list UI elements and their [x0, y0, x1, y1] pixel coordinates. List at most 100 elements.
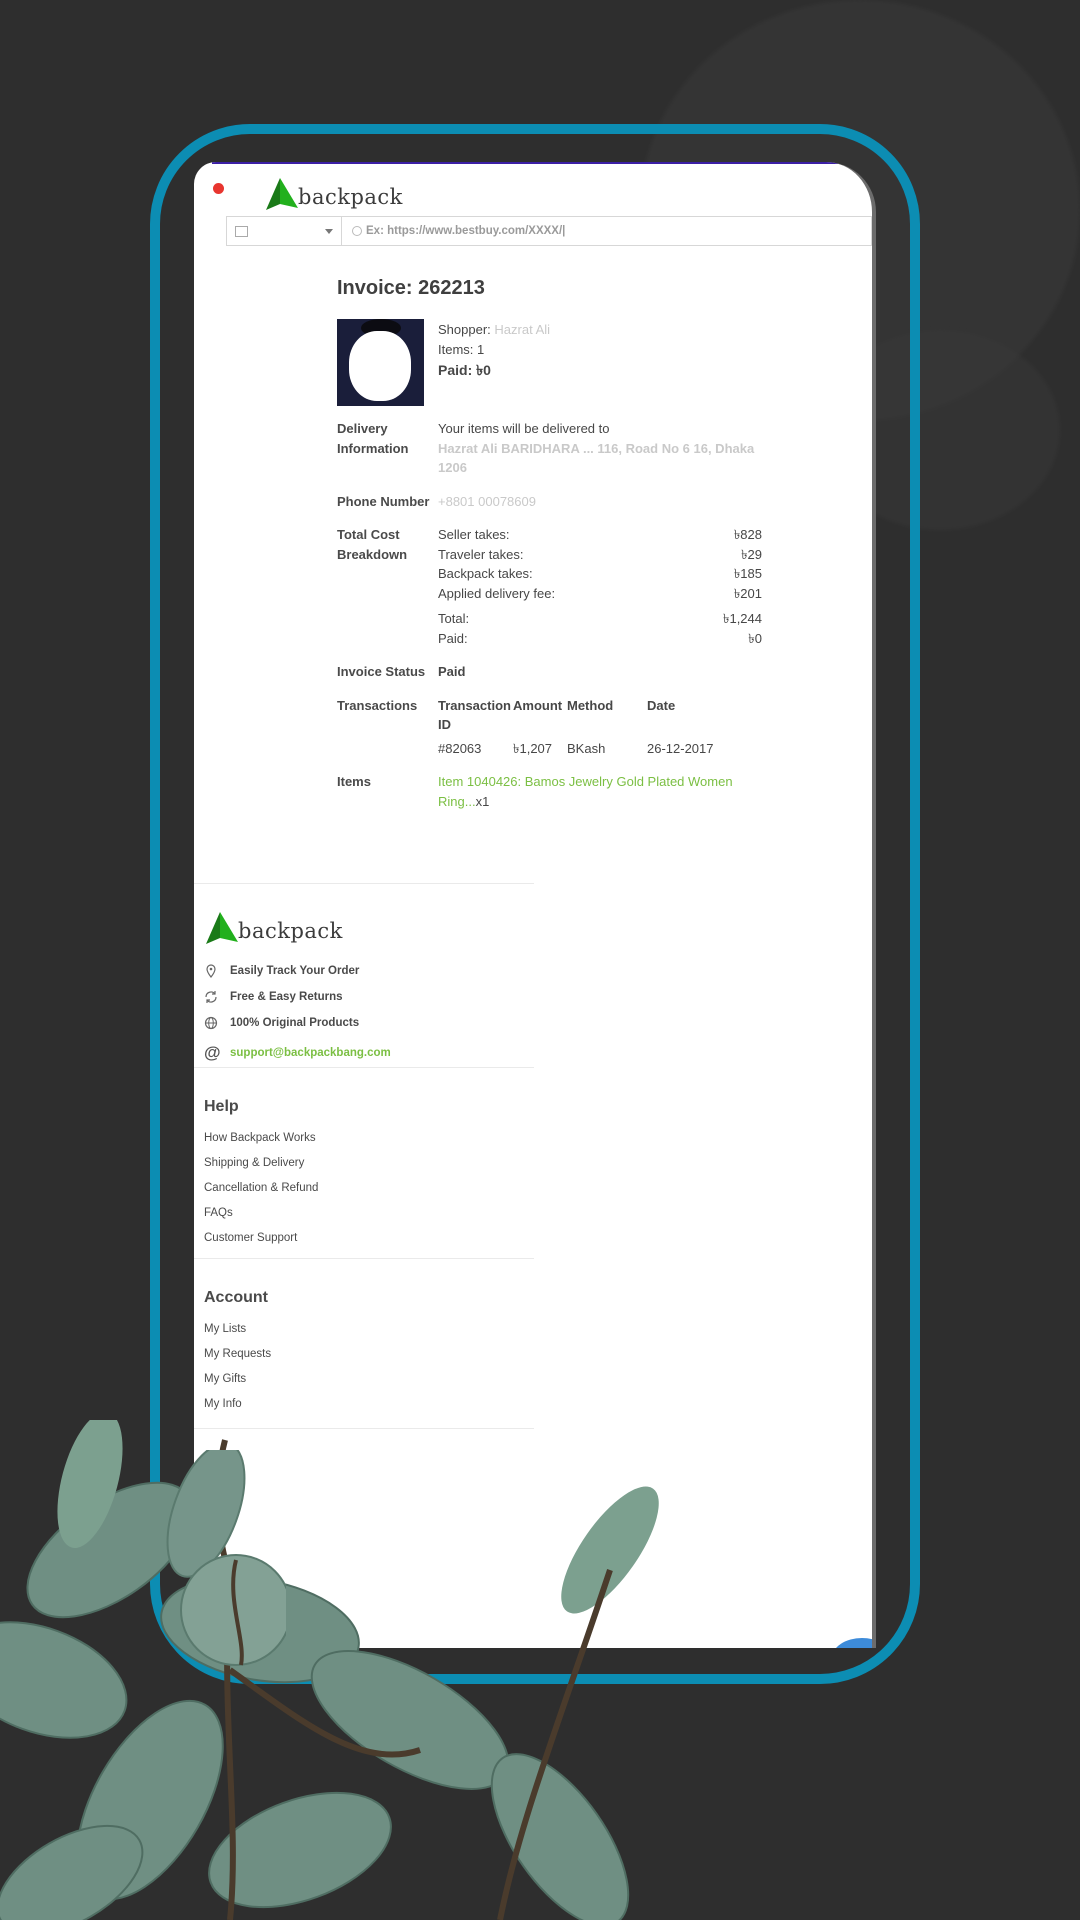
chevron-down-icon	[325, 229, 333, 234]
cost-item-label: Traveler takes:	[438, 546, 524, 562]
delivery-label: Delivery Information	[337, 421, 409, 456]
account-section: Account My Lists My Requests My Gifts My…	[204, 1289, 271, 1423]
cost-label: Total Cost Breakdown	[337, 527, 408, 562]
items-value: Item 1040426: Bamos Jewelry Gold Plated …	[438, 772, 767, 811]
cost-line: Traveler takes: ৳29	[438, 545, 762, 565]
status-label: Invoice Status	[337, 664, 426, 679]
column-header: Method	[567, 697, 614, 713]
cost-line: Applied delivery fee: ৳201	[438, 584, 762, 604]
cost-item-value: ৳828	[733, 527, 762, 542]
cost-breakdown: Seller takes: ৳828 Traveler takes: ৳29 Bac…	[438, 525, 767, 648]
feature-item: Free & Easy Returns	[204, 984, 391, 1010]
top-accent-line	[212, 162, 872, 164]
help-link[interactable]: Customer Support	[204, 1232, 318, 1257]
backpack-logo-icon	[206, 912, 238, 944]
country-select[interactable]	[226, 216, 342, 246]
footer-logo[interactable]: backpack	[204, 906, 391, 946]
items-row: Items Item 1040426: Bamos Jewelry Gold P…	[337, 772, 767, 811]
help-link[interactable]: Cancellation & Refund	[204, 1182, 318, 1207]
transactions-row: Transactions Transaction ID Amount Metho…	[337, 696, 767, 759]
tx-date: 26-12-2017	[647, 740, 714, 756]
cost-row: Total Cost Breakdown Seller takes: ৳828 T…	[337, 525, 767, 648]
cost-item-value: ৳185	[733, 566, 762, 581]
at-sign-icon: @	[204, 1043, 221, 1062]
feature-label: Free & Easy Returns	[230, 991, 343, 1003]
transactions-label: Transactions	[337, 697, 418, 713]
avatar	[337, 319, 424, 406]
table-row: #82063 ৳1,207 BKash 26-12-2017	[438, 739, 767, 759]
account-link[interactable]: My Lists	[204, 1323, 271, 1348]
support-email-link[interactable]: support@backpackbang.com	[230, 1047, 391, 1059]
total-value: ৳1,244	[722, 611, 762, 626]
globe-icon	[204, 1016, 218, 1030]
delivery-value: Your items will be delivered to Hazrat A…	[438, 419, 767, 478]
phone-label: Phone Number	[337, 493, 430, 509]
page-title: Invoice: 262213	[337, 277, 485, 299]
shopper-info: Shopper: Hazrat Ali Items: 1 Paid: ৳0	[438, 319, 551, 407]
delivery-postcode: 1206	[438, 458, 467, 478]
search-bar: Ex: https://www.bestbuy.com/XXXX/|	[226, 216, 872, 246]
divider	[194, 1258, 534, 1259]
invoice-panel: Invoice: 262213 Shopper: Hazrat Ali Item…	[337, 277, 767, 825]
total-label: Total:	[438, 611, 470, 626]
refresh-icon	[204, 990, 218, 1004]
delivery-address: BARIDHARA ... 116, Road No 6 16, Dhaka	[501, 438, 755, 458]
paid-summary: Paid: ৳0	[438, 362, 491, 378]
feature-label: Easily Track Your Order	[230, 965, 360, 977]
avatar-face	[349, 331, 411, 401]
shopper-summary: Shopper: Hazrat Ali Items: 1 Paid: ৳0	[337, 319, 767, 407]
delivery-intro: Your items will be delivered to	[438, 421, 610, 436]
account-title: Account	[204, 1289, 268, 1306]
help-link[interactable]: FAQs	[204, 1207, 318, 1232]
delivery-row: Delivery Information Your items will be …	[337, 419, 767, 478]
divider	[194, 1067, 534, 1068]
plant-leaf-decoration	[166, 1450, 286, 1666]
account-link[interactable]: My Gifts	[204, 1373, 271, 1398]
items-label: Items	[337, 774, 371, 789]
cost-item-label: Seller takes:	[438, 527, 510, 542]
total-line: Total: ৳1,244	[438, 609, 762, 629]
help-link[interactable]: How Backpack Works	[204, 1132, 318, 1157]
delivery-name: Hazrat Ali	[438, 438, 498, 458]
help-link[interactable]: Shipping & Delivery	[204, 1157, 318, 1182]
cost-item-value: ৳201	[733, 585, 762, 601]
help-title: Help	[204, 1098, 239, 1115]
column-header: Transaction ID	[438, 697, 511, 733]
shopper-name: Hazrat Ali	[494, 320, 551, 340]
status-badge: Paid	[438, 664, 466, 679]
item-qty: x1	[475, 793, 490, 809]
table-header: Transaction ID Amount Method Date	[438, 696, 767, 735]
help-section: Help How Backpack Works Shipping & Deliv…	[204, 1098, 318, 1257]
close-dot-icon[interactable]	[213, 183, 224, 194]
chat-bubble-icon[interactable]	[832, 1638, 872, 1648]
transactions-table: Transaction ID Amount Method Date #82063…	[438, 696, 767, 759]
cost-line: Backpack takes: ৳185	[438, 564, 762, 584]
column-header: Date	[647, 697, 676, 713]
logo-text: backpack	[298, 185, 403, 209]
phone-row: Phone Number +8801 00078609	[337, 491, 767, 511]
footer-brand: backpack Easily Track Your Order Free & …	[204, 906, 391, 1066]
location-pin-icon	[204, 964, 218, 978]
paid-label: Paid:	[438, 630, 468, 646]
plant-decoration	[0, 1420, 659, 1920]
phone-value: +8801 00078609	[438, 491, 767, 511]
header-logo[interactable]: backpack	[264, 172, 403, 212]
feature-item: Easily Track Your Order	[204, 958, 391, 984]
feature-item: 100% Original Products	[204, 1010, 391, 1036]
items-count: Items: 1	[438, 342, 485, 357]
flag-icon	[235, 225, 248, 237]
divider	[194, 883, 534, 884]
search-input[interactable]: Ex: https://www.bestbuy.com/XXXX/|	[342, 216, 872, 246]
feature-label: 100% Original Products	[230, 1017, 360, 1029]
cost-item-label: Backpack takes:	[438, 566, 533, 581]
search-placeholder: Ex: https://www.bestbuy.com/XXXX/|	[366, 225, 566, 237]
account-link[interactable]: My Requests	[204, 1348, 271, 1373]
search-icon	[352, 226, 362, 236]
tx-id: #82063	[438, 740, 482, 756]
cost-item-value: ৳29	[741, 546, 762, 562]
paid-value: ৳0	[748, 630, 762, 646]
support-item: @ support@backpackbang.com	[204, 1040, 391, 1066]
shopper-label: Shopper:	[438, 322, 491, 337]
tx-method: BKash	[567, 740, 606, 756]
cost-line: Seller takes: ৳828	[438, 525, 762, 545]
